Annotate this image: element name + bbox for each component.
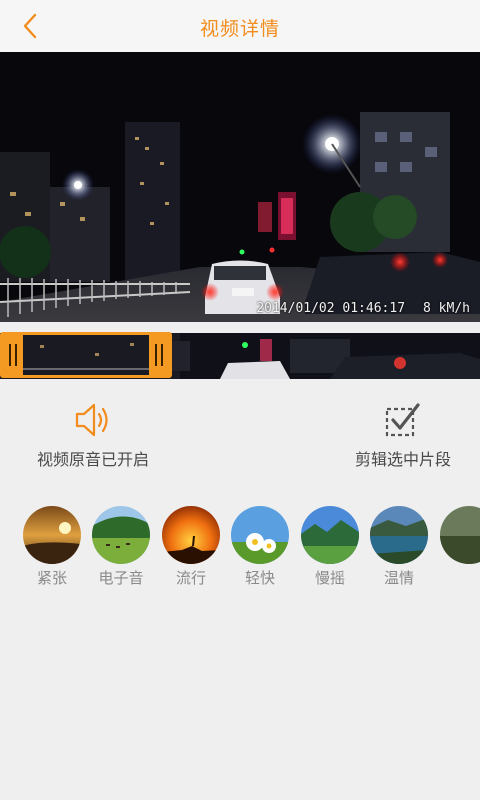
lake-thumbnail-icon	[370, 506, 428, 564]
music-item-warm[interactable]: 温情	[364, 506, 434, 588]
page-title: 视频详情	[199, 18, 280, 40]
music-label: 紧张	[36, 569, 67, 587]
video-speed: 8 kM/h	[423, 301, 470, 316]
daisy-thumbnail-icon	[231, 506, 289, 564]
music-label: 流行	[175, 569, 206, 587]
music-item-tense[interactable]: 紧张	[17, 506, 87, 588]
video-frame	[0, 52, 480, 322]
sunset-thumbnail-icon	[23, 506, 81, 564]
partial-thumbnail-icon	[440, 506, 480, 564]
clip-selected-label: 剪辑选中片段	[354, 450, 451, 469]
video-player[interactable]: 2014/01/02 01:46:17 8 kM/h	[0, 52, 480, 322]
music-label: 温情	[383, 569, 414, 587]
music-item-electronic[interactable]: 电子音	[86, 506, 156, 588]
range-start-handle[interactable]	[3, 335, 23, 375]
dashed-checkbox-icon	[385, 403, 420, 437]
orange-sky-thumbnail-icon	[162, 506, 220, 564]
music-item-light[interactable]: 轻快	[225, 506, 295, 588]
top-bar: 视频详情	[0, 0, 480, 53]
music-label: 慢摇	[314, 569, 345, 587]
video-timestamp: 2014/01/02 01:46:17	[256, 301, 406, 316]
speaker-icon	[75, 403, 108, 437]
grassland-thumbnail-icon	[92, 506, 150, 564]
clip-range-selector[interactable]	[0, 332, 172, 378]
original-audio-toggle[interactable]: 视频原音已开启	[18, 400, 168, 470]
music-item-pop[interactable]: 流行	[156, 506, 226, 588]
music-item-partial[interactable]	[434, 506, 480, 567]
video-overlay: 2014/01/02 01:46:17 8 kM/h	[238, 301, 470, 316]
green-hills-thumbnail-icon	[301, 506, 359, 564]
range-end-handle[interactable]	[149, 335, 169, 375]
music-item-slow-rock[interactable]: 慢摇	[295, 506, 365, 588]
original-audio-label: 视频原音已开启	[36, 450, 149, 469]
music-style-list[interactable]: 紧张 电子音 流行 轻快 慢摇 温情	[0, 506, 480, 596]
clip-selected-button[interactable]: 剪辑选中片段	[342, 400, 464, 470]
music-label: 电子音	[98, 569, 144, 587]
music-label: 轻快	[244, 569, 275, 587]
